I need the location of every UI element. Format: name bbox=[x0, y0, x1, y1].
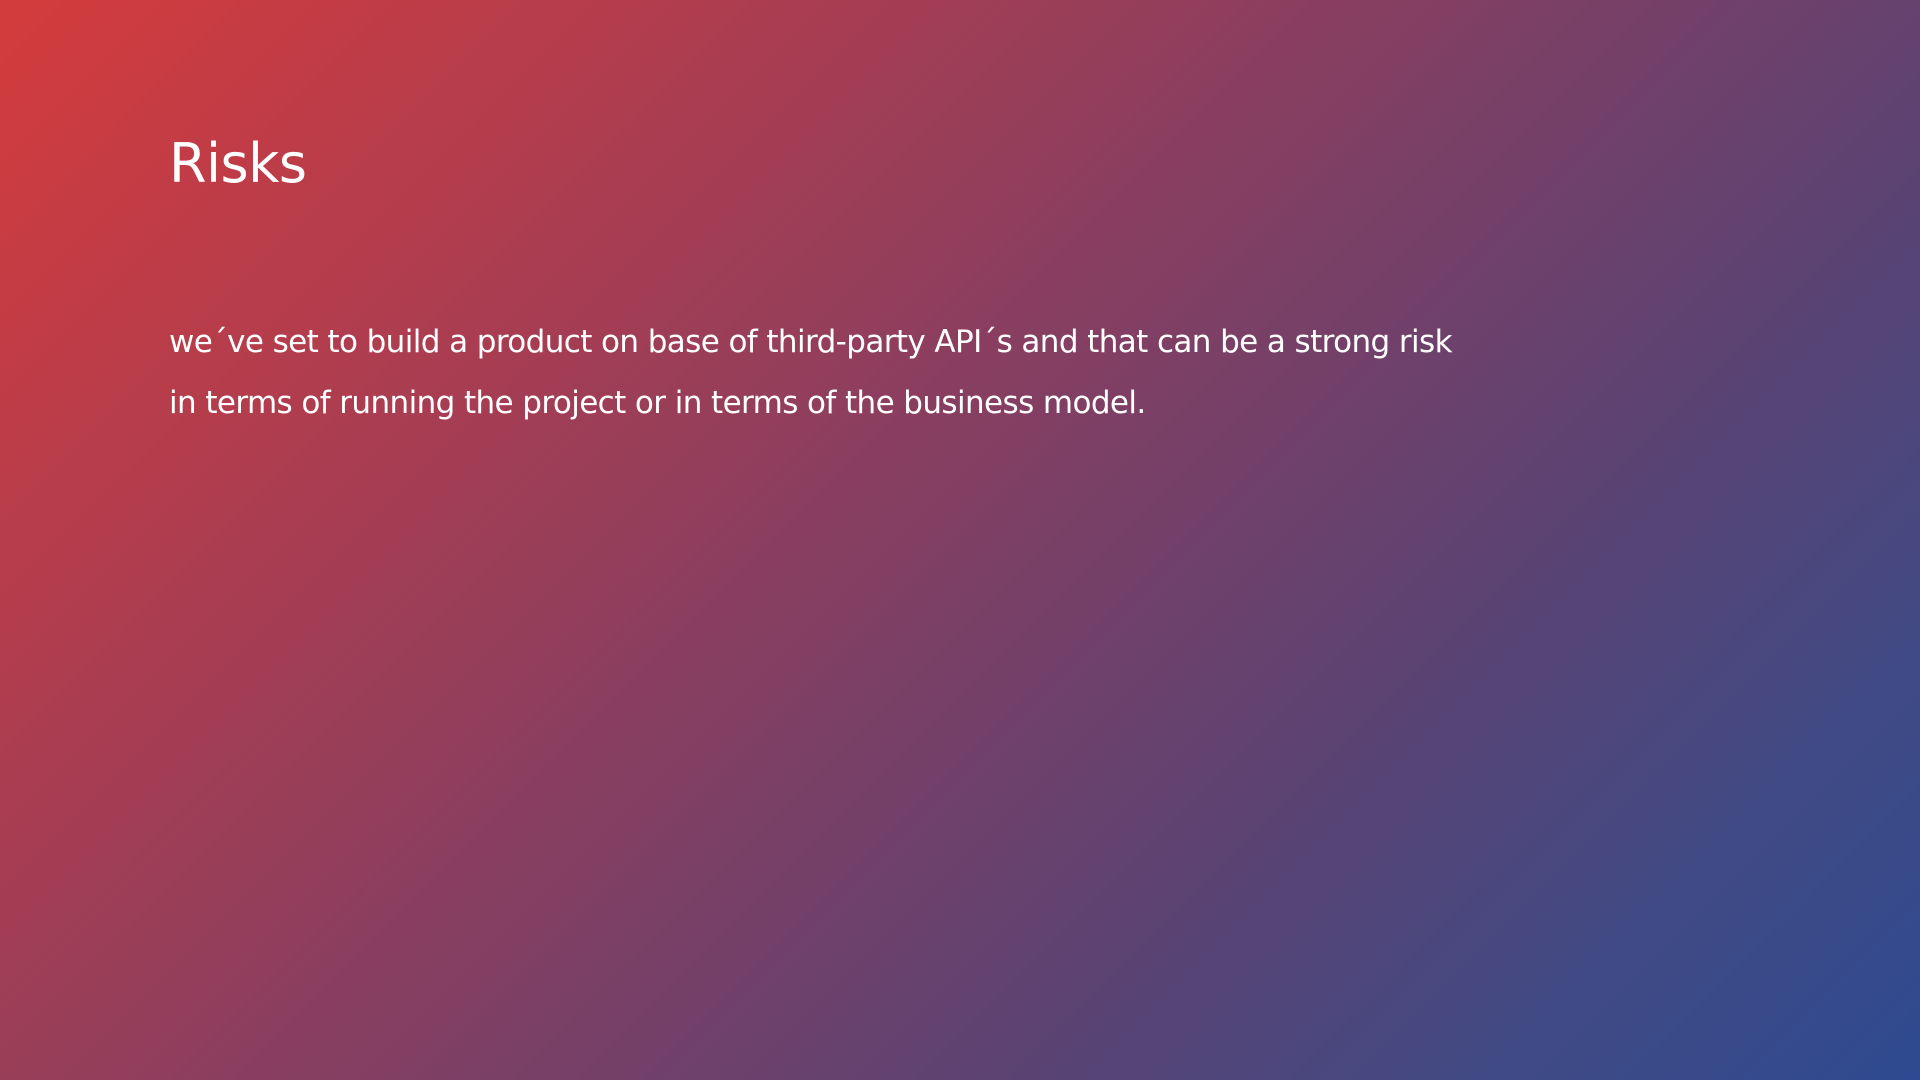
slide: Risks we´ve set to build a product on ba… bbox=[0, 0, 1920, 1080]
body-line-1: we´ve set to build a product on base of … bbox=[169, 324, 1453, 360]
slide-title: Risks bbox=[169, 132, 307, 195]
body-line-2: in terms of running the project or in te… bbox=[169, 385, 1146, 421]
slide-body-text: we´ve set to build a product on base of … bbox=[169, 312, 1489, 434]
